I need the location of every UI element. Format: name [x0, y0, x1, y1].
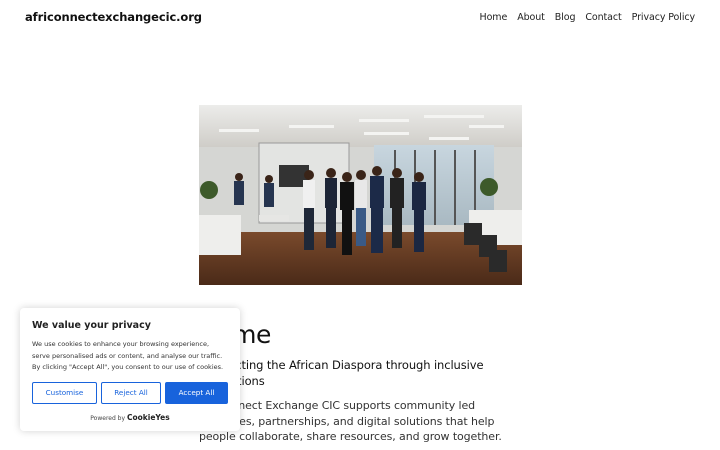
hero-image [199, 105, 522, 285]
cookie-description: We use cookies to enhance your browsing … [32, 340, 224, 371]
reject-all-button[interactable]: Reject All [101, 381, 161, 404]
cookie-buttons: Customise Reject All Accept All [32, 381, 228, 404]
page-tagline: Connecting the African Diaspora through … [199, 358, 484, 388]
nav-privacy-policy[interactable]: Privacy Policy [632, 12, 695, 23]
nav-blog[interactable]: Blog [555, 12, 576, 23]
powered-by-label: Powered by [90, 414, 126, 422]
nav-about[interactable]: About [517, 12, 545, 23]
nav-contact[interactable]: Contact [585, 12, 621, 23]
cookie-consent-banner: We value your privacy We use cookies to … [20, 308, 240, 431]
powered-by: Powered by CookieYes [32, 413, 228, 422]
nav-home[interactable]: Home [480, 12, 508, 23]
cookieyes-logo[interactable]: CookieYes [127, 413, 170, 422]
cookie-title: We value your privacy [32, 320, 151, 331]
accept-all-button[interactable]: Accept All [165, 381, 228, 404]
customise-button[interactable]: Customise [32, 381, 97, 404]
intro-paragraph: AfriConnect Exchange CIC supports commun… [199, 399, 502, 443]
site-title[interactable]: africonnectexchangecic.org [25, 10, 202, 24]
office-team-photo [199, 105, 522, 285]
main-nav: Home About Blog Contact Privacy Policy [480, 12, 696, 23]
site-header: africonnectexchangecic.org Home About Bl… [0, 0, 720, 36]
